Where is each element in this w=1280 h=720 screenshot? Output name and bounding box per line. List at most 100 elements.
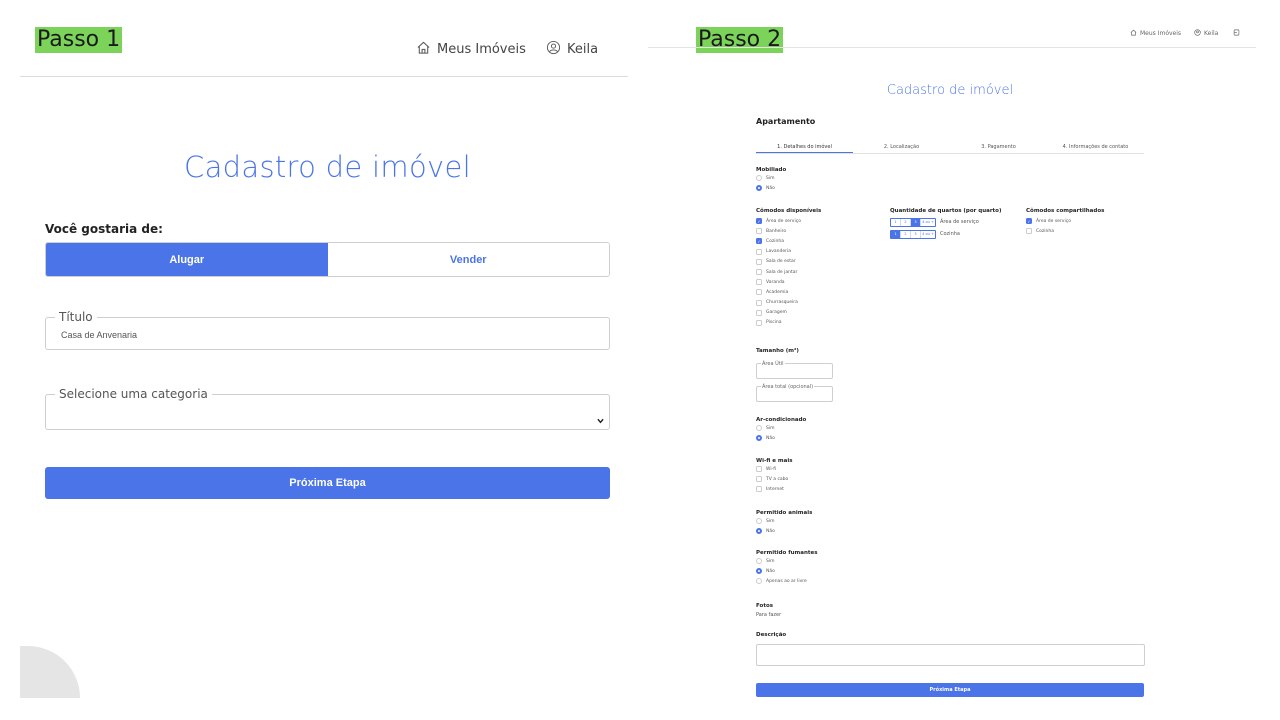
checkbox xyxy=(756,299,762,306)
group-ar: Ar-condicionado Sim Não xyxy=(756,417,806,443)
checkbox-option[interactable]: Cozinha xyxy=(1026,226,1104,236)
checkbox-option[interactable]: Garagem xyxy=(756,308,821,318)
nav-meus-imoveis[interactable]: Meus Imóveis xyxy=(416,40,526,59)
checkbox-option[interactable]: TV a cabo xyxy=(756,474,792,484)
checkbox-option[interactable]: Wi-fi xyxy=(756,464,792,474)
area-util-field[interactable]: Área Útil xyxy=(756,361,833,379)
fotos-text: Para fazer xyxy=(756,612,782,618)
field-legend: Área Útil xyxy=(761,361,785,367)
option-label: Sim xyxy=(766,518,775,524)
sell-button[interactable]: Vender xyxy=(327,243,609,276)
checkbox-option[interactable]: Sala de estar xyxy=(756,257,821,267)
checkbox xyxy=(756,269,762,276)
radio-option[interactable]: Não xyxy=(756,433,806,443)
quantity-option[interactable]: 4 ou + xyxy=(921,219,935,226)
checkbox xyxy=(756,319,762,326)
header-divider xyxy=(20,76,628,77)
quantity-option[interactable]: 3 xyxy=(911,218,921,226)
category-select-legend: Selecione uma categoria xyxy=(55,387,212,401)
checkbox-option[interactable]: Internet xyxy=(756,484,792,494)
title-field-legend: Título xyxy=(55,310,97,324)
quartos-row-label: Área de serviço xyxy=(940,219,979,225)
radio-option[interactable]: Não xyxy=(756,526,812,536)
group-label: Cômodos compartilhados xyxy=(1026,208,1105,214)
next-step-button-2[interactable]: Próxima Etapa xyxy=(756,683,1144,697)
quantity-option[interactable]: 3 xyxy=(911,230,921,238)
checkbox-option[interactable]: Sala de jantar xyxy=(756,267,821,277)
tab-localizacao[interactable]: 2. Localização xyxy=(853,142,950,153)
step-label-2: Passo 2 xyxy=(696,27,784,53)
chevron-down-icon xyxy=(597,409,604,428)
quantity-option[interactable]: 2 xyxy=(901,218,911,226)
category-select[interactable]: Selecione uma categoria xyxy=(45,387,610,430)
title-field[interactable]: Título Casa de Anvenaria xyxy=(45,310,610,350)
rent-sell-toggle: Alugar Vender xyxy=(45,242,610,277)
checkbox-option[interactable]: ✓ Área de serviço xyxy=(1026,216,1104,226)
checkbox-option[interactable]: Academia xyxy=(756,287,821,297)
step-label: Passo 1 xyxy=(35,27,123,53)
group-comodos: Cômodos disponíveis ✓ Área de serviço Banh… xyxy=(756,208,821,328)
nav-user-2[interactable]: Keila xyxy=(1194,29,1218,38)
header-divider-2 xyxy=(648,47,1256,48)
next-step-button[interactable]: Próxima Etapa xyxy=(45,467,610,499)
group-quartos: Quantidade de quartos (por quarto) 1234 … xyxy=(890,208,1001,240)
option-label: Sim xyxy=(766,175,775,181)
quartos-row-label: Cozinha xyxy=(940,231,960,237)
radio-circle xyxy=(756,558,762,565)
option-label: Piscina xyxy=(766,320,782,326)
option-label: Não xyxy=(766,568,775,574)
group-label: Cômodos disponíveis xyxy=(756,208,822,214)
rent-button[interactable]: Alugar xyxy=(46,243,328,276)
quantity-selector: 1234 ou + xyxy=(890,229,936,239)
checkbox-option[interactable]: Churrasqueira xyxy=(756,298,821,308)
radio-circle xyxy=(756,578,762,585)
logout-icon[interactable] xyxy=(1233,29,1240,36)
checkbox-option[interactable]: Banheiro xyxy=(756,226,821,236)
checkbox-option[interactable]: Lavanderia xyxy=(756,247,821,257)
quantity-option[interactable]: 4 ou + xyxy=(921,231,935,238)
checkbox xyxy=(756,466,762,473)
tab-detalhes[interactable]: 1. Detalhes do imóvel xyxy=(756,142,853,153)
group-descricao: Descrição xyxy=(756,632,786,638)
radio-option[interactable]: Apenas ao ar livre xyxy=(756,576,818,586)
radio-option[interactable]: Sim xyxy=(756,173,786,183)
checkbox-option[interactable]: ✓ Cozinha xyxy=(756,236,821,246)
radio-option[interactable]: Não xyxy=(756,183,786,193)
option-label: Sim xyxy=(766,558,775,564)
checkbox: ✓ xyxy=(756,238,762,245)
option-label: Cozinha xyxy=(766,238,784,244)
group-wifi: Wi-fi e mais Wi-fi TV a cabo Internet xyxy=(756,458,792,495)
nav-home-label-2: Meus Imóveis xyxy=(1140,30,1182,37)
checkbox xyxy=(756,258,762,265)
nav-user-label: Keila xyxy=(567,42,599,57)
tab-contato[interactable]: 4. Informações de contato xyxy=(1047,142,1144,153)
checkbox-option[interactable]: Piscina xyxy=(756,318,821,328)
radio-option[interactable]: Não xyxy=(756,566,818,576)
radio-option[interactable]: Sim xyxy=(756,423,806,433)
quantity-option[interactable]: 2 xyxy=(901,230,911,238)
radio-option[interactable]: Sim xyxy=(756,556,818,566)
checkbox: ✓ xyxy=(756,218,762,225)
field-legend: Área total (opcional) xyxy=(761,384,815,390)
nav-meus-imoveis-2[interactable]: Meus Imóveis xyxy=(1130,29,1181,38)
nav-user[interactable]: Keila xyxy=(546,40,598,59)
radio-circle xyxy=(756,175,762,182)
area-total-field[interactable]: Área total (opcional) xyxy=(756,384,833,402)
checkbox-option[interactable]: Varanda xyxy=(756,277,821,287)
checkbox xyxy=(756,228,762,235)
quantity-option[interactable]: 1 xyxy=(891,230,901,238)
group-mobiliado: Mobiliado Sim Não xyxy=(756,167,786,193)
radio-circle xyxy=(756,518,762,525)
radio-option[interactable]: Sim xyxy=(756,516,812,526)
description-textarea[interactable] xyxy=(756,644,1145,666)
option-label: Área de serviço xyxy=(766,218,801,224)
home-icon xyxy=(1130,29,1137,38)
decorative-shape xyxy=(20,646,80,698)
tab-pagamento[interactable]: 3. Pagamento xyxy=(950,142,1047,153)
radio-circle xyxy=(756,568,762,575)
group-label: Quantidade de quartos (por quarto) xyxy=(890,208,1002,214)
user-icon xyxy=(1194,29,1201,38)
quantity-option[interactable]: 1 xyxy=(891,218,901,226)
option-label: Banheiro xyxy=(766,228,787,234)
checkbox-option[interactable]: ✓ Área de serviço xyxy=(756,216,821,226)
